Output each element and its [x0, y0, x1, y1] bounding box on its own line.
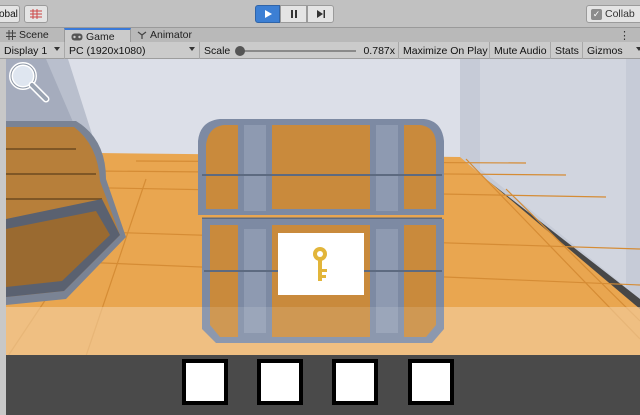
editor-toolbar: obal ✓ Collab [0, 0, 640, 28]
game-view-controls: Display 1 PC (1920x1080) Scale 0.787x Ma… [0, 42, 640, 59]
inventory-bar [6, 355, 640, 415]
mute-audio-toggle[interactable]: Mute Audio [490, 42, 551, 59]
stats-label: Stats [555, 44, 579, 57]
grid-icon [6, 30, 16, 40]
scale-slider-handle[interactable] [235, 46, 245, 56]
collab-button[interactable]: ✓ Collab [586, 5, 640, 23]
view-tab-strip: Scene Game Animator ⋮ [0, 28, 640, 43]
grid-snap-button[interactable] [24, 5, 48, 23]
play-button[interactable] [255, 5, 280, 23]
grid-snap-icon [30, 9, 42, 19]
tab-scene[interactable]: Scene [0, 28, 64, 42]
animator-icon [137, 31, 147, 39]
chevron-down-icon [636, 47, 640, 51]
step-button[interactable] [307, 5, 334, 23]
tab-menu-icon[interactable]: ⋮ [619, 29, 630, 42]
tab-scene-label: Scene [19, 29, 49, 41]
pause-button[interactable] [280, 5, 307, 23]
game-viewport[interactable] [6, 59, 640, 415]
maximize-label: Maximize On Play [403, 44, 488, 57]
display-label: Display 1 [4, 44, 48, 57]
inventory-slot-4[interactable] [408, 359, 454, 405]
gamepad-icon [71, 33, 83, 40]
magnifier-icon[interactable] [6, 59, 50, 103]
scale-value: 0.787x [363, 45, 395, 57]
chevron-down-icon [189, 47, 195, 51]
scale-control: Scale 0.787x [200, 42, 399, 59]
stats-toggle[interactable]: Stats [551, 42, 583, 59]
gizmos-label: Gizmos [587, 44, 623, 57]
scale-slider[interactable] [238, 50, 356, 52]
global-label: obal [0, 8, 18, 20]
collab-label: Collab [605, 8, 635, 20]
scale-label: Scale [204, 44, 231, 57]
pause-icon [290, 10, 297, 18]
resolution-dropdown[interactable]: PC (1920x1080) [65, 42, 200, 59]
game-scene [6, 59, 640, 415]
tab-game[interactable]: Game [64, 28, 131, 43]
play-icon [264, 10, 272, 18]
pivot-global-button[interactable]: obal [0, 5, 20, 23]
chevron-down-icon [54, 47, 60, 51]
gizmos-dropdown[interactable]: Gizmos [583, 42, 640, 59]
tab-animator-label: Animator [150, 29, 193, 41]
inventory-slot-1[interactable] [182, 359, 228, 405]
maximize-on-play-toggle[interactable]: Maximize On Play [399, 42, 490, 59]
tab-game-label: Game [86, 30, 115, 43]
display-dropdown[interactable]: Display 1 [0, 42, 65, 59]
mute-label: Mute Audio [494, 44, 547, 57]
collab-check-icon: ✓ [591, 8, 602, 20]
tab-animator[interactable]: Animator [131, 28, 211, 42]
step-icon [316, 10, 325, 18]
resolution-label: PC (1920x1080) [69, 44, 146, 57]
inventory-slot-2[interactable] [257, 359, 303, 405]
inventory-slot-3[interactable] [332, 359, 378, 405]
